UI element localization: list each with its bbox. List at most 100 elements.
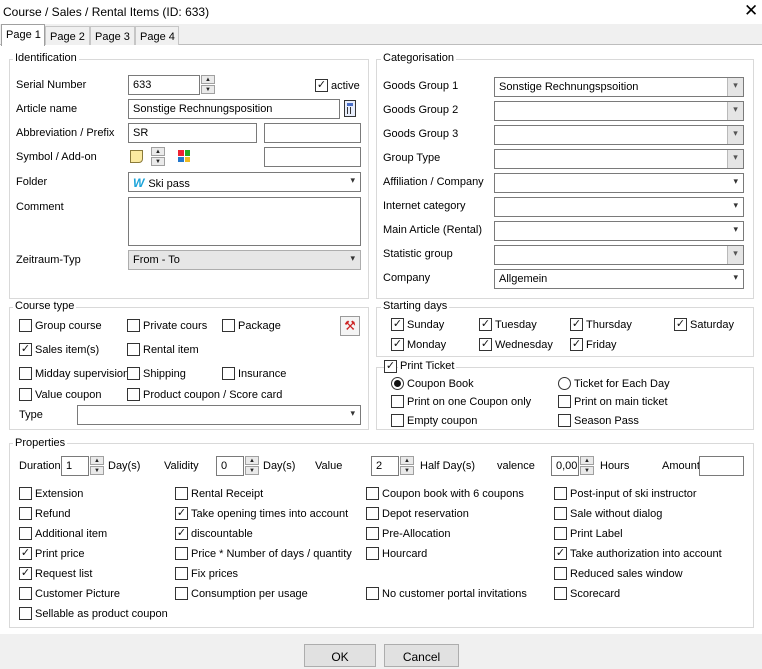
reduced-sales-window-checkbox[interactable] xyxy=(554,567,567,580)
tab-page-1[interactable]: Page 1 xyxy=(1,24,45,46)
company-select[interactable]: Allgemein ▾ xyxy=(494,269,744,289)
close-icon[interactable]: ✕ xyxy=(744,1,758,21)
internet-category-select[interactable]: ▾ xyxy=(494,197,744,217)
note-icon[interactable] xyxy=(130,150,143,163)
price-number-days-checkbox[interactable] xyxy=(175,547,188,560)
no-portal-invitations-checkbox[interactable] xyxy=(366,587,379,600)
duration-field[interactable]: 1 xyxy=(61,456,89,476)
season-pass-checkbox[interactable] xyxy=(558,414,571,427)
cancel-button[interactable]: Cancel xyxy=(384,644,459,667)
rental-receipt-checkbox[interactable] xyxy=(175,487,188,500)
coupon-book-6-checkbox[interactable] xyxy=(366,487,379,500)
sale-without-dialog-label: Sale without dialog xyxy=(570,508,663,520)
comment-textarea[interactable] xyxy=(128,197,361,246)
midday-supervision-checkbox[interactable] xyxy=(19,367,32,380)
sunday-checkbox[interactable]: ✓ xyxy=(391,318,404,331)
goods-group-3-label: Goods Group 3 xyxy=(383,128,459,140)
abbreviation-field[interactable]: SR xyxy=(128,123,257,143)
prefix-field[interactable] xyxy=(264,123,361,143)
empty-coupon-checkbox[interactable] xyxy=(391,414,404,427)
consumption-per-usage-checkbox[interactable] xyxy=(175,587,188,600)
reduced-sales-window-label: Reduced sales window xyxy=(570,568,683,580)
rental-item-checkbox[interactable] xyxy=(127,343,140,356)
pre-allocation-checkbox[interactable] xyxy=(366,527,379,540)
validity-field[interactable]: 0 xyxy=(216,456,244,476)
group-course-checkbox[interactable] xyxy=(19,319,32,332)
print-label-checkbox[interactable] xyxy=(554,527,567,540)
sellable-product-coupon-checkbox[interactable] xyxy=(19,607,32,620)
tuesday-checkbox[interactable]: ✓ xyxy=(479,318,492,331)
tab-page-2[interactable]: Page 2 xyxy=(45,26,90,45)
calculator-icon[interactable] xyxy=(344,100,356,117)
serial-number-field[interactable]: 633 xyxy=(128,75,200,95)
hourcard-checkbox[interactable] xyxy=(366,547,379,560)
friday-checkbox[interactable]: ✓ xyxy=(570,338,583,351)
main-article-select[interactable]: ▾ xyxy=(494,221,744,241)
sale-without-dialog-checkbox[interactable] xyxy=(554,507,567,520)
sales-items-checkbox[interactable]: ✓ xyxy=(19,343,32,356)
validity-stepper[interactable]: ▲ ▼ xyxy=(245,456,259,476)
affiliation-company-select[interactable]: ▾ xyxy=(494,173,744,193)
tab-page-4[interactable]: Page 4 xyxy=(135,26,179,45)
discountable-label: discountable xyxy=(191,528,253,540)
request-list-label: Request list xyxy=(35,568,93,580)
group-type-select[interactable]: ▾ xyxy=(494,149,744,169)
print-ticket-legend: Print Ticket xyxy=(398,360,457,372)
duration-stepper[interactable]: ▲ ▼ xyxy=(90,456,104,476)
tab-page-3[interactable]: Page 3 xyxy=(90,26,135,45)
addon-field[interactable] xyxy=(264,147,361,167)
amount-field[interactable] xyxy=(699,456,744,476)
saturday-checkbox[interactable]: ✓ xyxy=(674,318,687,331)
shipping-checkbox[interactable] xyxy=(127,367,140,380)
post-input-instructor-checkbox[interactable] xyxy=(554,487,567,500)
wednesday-checkbox[interactable]: ✓ xyxy=(479,338,492,351)
thursday-checkbox[interactable]: ✓ xyxy=(570,318,583,331)
serial-number-stepper[interactable]: ▲ ▼ xyxy=(201,75,215,95)
private-cours-checkbox[interactable] xyxy=(127,319,140,332)
request-list-checkbox[interactable]: ✓ xyxy=(19,567,32,580)
active-checkbox[interactable]: ✓ xyxy=(315,79,328,92)
value-field[interactable]: 2 xyxy=(371,456,399,476)
comment-label: Comment xyxy=(16,201,64,213)
value-coupon-checkbox[interactable] xyxy=(19,388,32,401)
print-price-checkbox[interactable]: ✓ xyxy=(19,547,32,560)
insurance-checkbox[interactable] xyxy=(222,367,235,380)
color-grid-icon[interactable] xyxy=(178,150,190,162)
print-one-coupon-checkbox[interactable] xyxy=(391,395,404,408)
fix-prices-checkbox[interactable] xyxy=(175,567,188,580)
folder-select[interactable]: W Ski pass ▾ xyxy=(128,172,361,192)
statistic-group-label: Statistic group xyxy=(383,248,453,260)
product-coupon-checkbox[interactable] xyxy=(127,388,140,401)
valence-stepper[interactable]: ▲ ▼ xyxy=(580,456,594,476)
opening-times-checkbox[interactable]: ✓ xyxy=(175,507,188,520)
coupon-book-6-label: Coupon book with 6 coupons xyxy=(382,488,524,500)
discountable-checkbox[interactable]: ✓ xyxy=(175,527,188,540)
extension-checkbox[interactable] xyxy=(19,487,32,500)
package-checkbox[interactable] xyxy=(222,319,235,332)
coupon-book-radio[interactable] xyxy=(391,377,404,390)
take-authorization-checkbox[interactable]: ✓ xyxy=(554,547,567,560)
course-type-tool-icon[interactable]: ⚒ xyxy=(340,316,360,336)
value-stepper[interactable]: ▲ ▼ xyxy=(400,456,414,476)
valence-field[interactable]: 0,00 xyxy=(551,456,579,476)
goods-group-2-select[interactable]: ▾ xyxy=(494,101,744,121)
symbol-stepper[interactable]: ▲ ▼ xyxy=(151,147,165,167)
type-select[interactable]: ▾ xyxy=(77,405,361,425)
refund-checkbox[interactable] xyxy=(19,507,32,520)
ticket-each-day-radio[interactable] xyxy=(558,377,571,390)
goods-group-3-select[interactable]: ▾ xyxy=(494,125,744,145)
additional-item-checkbox[interactable] xyxy=(19,527,32,540)
zeitraum-typ-select[interactable]: From - To ▾ xyxy=(128,250,361,270)
scorecard-checkbox[interactable] xyxy=(554,587,567,600)
zeitraum-typ-label: Zeitraum-Typ xyxy=(16,254,81,266)
article-name-field[interactable]: Sonstige Rechnungsposition xyxy=(128,99,340,119)
ok-button[interactable]: OK xyxy=(304,644,376,667)
print-main-ticket-checkbox[interactable] xyxy=(558,395,571,408)
statistic-group-select[interactable]: ▾ xyxy=(494,245,744,265)
depot-reservation-checkbox[interactable] xyxy=(366,507,379,520)
goods-group-1-select[interactable]: Sonstige Rechnungspsoition ▾ xyxy=(494,77,744,97)
monday-checkbox[interactable]: ✓ xyxy=(391,338,404,351)
print-ticket-checkbox[interactable]: ✓ xyxy=(384,360,397,373)
customer-picture-checkbox[interactable] xyxy=(19,587,32,600)
type-label: Type xyxy=(19,409,43,421)
